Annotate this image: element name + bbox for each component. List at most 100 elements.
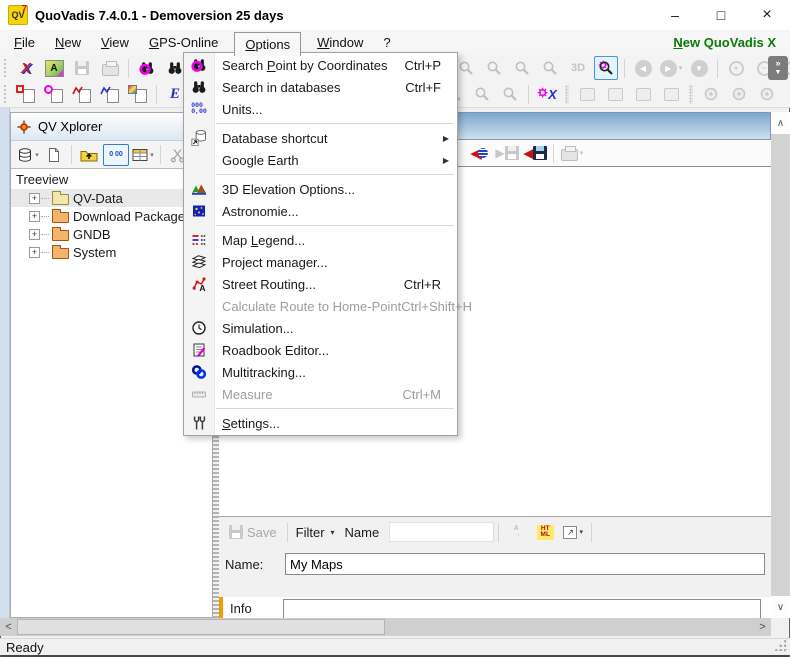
menu-item-measure[interactable]: Measure Ctrl+M — [184, 383, 457, 405]
expand-icon[interactable]: + — [29, 228, 40, 240]
table-view-button[interactable]: ▾ — [131, 143, 155, 167]
menu-view[interactable]: View — [91, 32, 139, 54]
menu-item-street-routing[interactable]: Street Routing... Ctrl+R — [184, 273, 457, 295]
menu-window[interactable]: Window — [307, 32, 373, 54]
database-select-button[interactable]: ▾ — [16, 143, 40, 167]
search-cd-button[interactable] — [727, 82, 751, 106]
view-3d-button[interactable]: 3D — [566, 56, 590, 80]
maximize-button[interactable]: □ — [698, 0, 744, 30]
menu-item-search-point[interactable]: Search Point by Coordinates Ctrl+P — [184, 54, 457, 76]
menu-item-settings[interactable]: Settings... — [184, 412, 457, 434]
menu-item-project-manager[interactable]: Project manager... — [184, 251, 457, 273]
filter-input[interactable] — [389, 522, 495, 542]
vertical-scroll-track[interactable] — [771, 134, 790, 596]
new-point-button[interactable] — [42, 82, 66, 106]
menu-gps-online[interactable]: GPS-Online — [139, 32, 228, 54]
expand-icon[interactable]: + — [29, 210, 40, 222]
zoom-area-button[interactable] — [510, 56, 534, 80]
move-object-button[interactable] — [603, 82, 627, 106]
exit-button[interactable]: X — [14, 56, 38, 80]
menu-help[interactable]: ? — [373, 32, 400, 54]
toolbar-grip[interactable] — [3, 58, 8, 78]
sort-button-disabled[interactable]: A → — [505, 520, 529, 544]
menu-item-calculate-route-home[interactable]: Calculate Route to Home-Point Ctrl+Shift… — [184, 295, 472, 317]
menu-item-multitracking[interactable]: Multitracking... — [184, 361, 457, 383]
burn-cd-button[interactable] — [699, 82, 723, 106]
view-layout-button-active[interactable]: 0 00 — [103, 143, 129, 166]
menu-item-roadbook-editor[interactable]: Roadbook Editor... — [184, 339, 457, 361]
new-route-button[interactable] — [70, 82, 94, 106]
menu-item-database-shortcut[interactable]: Database shortcut ▶ — [184, 127, 457, 149]
nav-down-button[interactable]: ▼ — [687, 56, 711, 80]
html-view-button[interactable]: HT ML — [533, 520, 557, 544]
toolbar-overflow-button[interactable]: » ▼ — [768, 56, 788, 80]
zoom-last-button[interactable] — [498, 82, 522, 106]
import-to-db-button[interactable]: ◀ — [467, 141, 491, 165]
search-point-button[interactable] — [135, 56, 159, 80]
expand-icon[interactable]: + — [29, 246, 40, 258]
open-in-window-button[interactable]: ↗ ▾ — [561, 520, 585, 544]
remove-marker-button[interactable]: X — [535, 82, 559, 106]
zoom-in-button[interactable] — [482, 56, 506, 80]
menu-options[interactable]: Options — [234, 31, 302, 56]
exit-icon: X — [20, 59, 31, 77]
qv-xplorer-header[interactable]: QV Xplorer — [11, 113, 212, 141]
table-view-dropdown-icon[interactable]: ▾ — [150, 151, 154, 159]
filter-dropdown-icon[interactable]: ▾ — [331, 528, 335, 537]
export-save-button-disabled[interactable]: ▶ — [495, 141, 519, 165]
new-track-button[interactable] — [98, 82, 122, 106]
new-drawing-button[interactable] — [126, 82, 150, 106]
resize-grip[interactable] — [774, 639, 786, 651]
tree-item-system[interactable]: + System — [11, 243, 212, 261]
scale-plus-button[interactable]: + — [724, 56, 748, 80]
print-dropdown-icon[interactable]: ▾ — [580, 149, 584, 157]
open-window-dropdown-icon[interactable]: ▾ — [579, 528, 583, 536]
eject-cd-button[interactable] — [755, 82, 779, 106]
print-button-disabled[interactable] — [98, 56, 122, 80]
scroll-down-button[interactable]: ∨ — [771, 596, 790, 618]
zoom-point-button-active[interactable] — [594, 56, 618, 80]
zoom-next-button[interactable] — [470, 82, 494, 106]
save-button-disabled[interactable] — [70, 56, 94, 80]
scroll-right-button[interactable]: > — [754, 618, 771, 636]
nav-forward-button[interactable]: ▶ ▾ — [659, 56, 683, 80]
zoom-window-button[interactable] — [538, 56, 562, 80]
tree-item-gndb[interactable]: + GNDB — [11, 225, 212, 243]
open-map-button[interactable]: A — [42, 56, 66, 80]
menu-item-units[interactable]: 000 0,00 Units... — [184, 98, 457, 120]
tree-item-download-packages[interactable]: + Download Packages — [11, 207, 212, 225]
menu-item-google-earth[interactable]: Google Earth ▶ — [184, 149, 457, 171]
scroll-left-button[interactable]: < — [0, 618, 17, 636]
database-dropdown-icon[interactable]: ▾ — [35, 151, 39, 159]
menu-file[interactable]: File — [4, 32, 45, 54]
folder-up-button[interactable] — [77, 143, 101, 167]
nav-back-button[interactable]: ◀ — [631, 56, 655, 80]
horizontal-scroll-thumb[interactable] — [17, 619, 385, 635]
scroll-up-button[interactable]: ∧ — [771, 112, 790, 134]
vertical-scrollbar[interactable]: ∧ ∨ — [771, 112, 790, 618]
layer-copy-button[interactable] — [575, 82, 599, 106]
close-button[interactable]: × — [744, 0, 790, 30]
expand-icon[interactable]: + — [29, 192, 40, 204]
nav-forward-dropdown-icon[interactable]: ▾ — [679, 64, 683, 72]
import-save-button[interactable]: ◀ — [523, 141, 547, 165]
name-field-input[interactable] — [285, 553, 765, 575]
menu-item-map-legend[interactable]: Map Legend... — [184, 229, 457, 251]
link-chain-button[interactable] — [659, 82, 683, 106]
link-object-button[interactable] — [631, 82, 655, 106]
menu-new[interactable]: New — [45, 32, 91, 54]
new-waypoint-button[interactable] — [14, 82, 38, 106]
toolbar-grip[interactable] — [3, 84, 8, 104]
menu-item-search-databases[interactable]: Search in databases Ctrl+F — [184, 76, 457, 98]
menu-item-astronomie[interactable]: Astronomie... — [184, 200, 457, 222]
save-detail-button-disabled[interactable]: Save — [229, 520, 281, 544]
menu-item-3d-elevation[interactable]: 3D Elevation Options... — [184, 178, 457, 200]
horizontal-scrollbar[interactable]: < > — [0, 618, 771, 636]
toolbar-separator — [156, 84, 157, 104]
menu-item-simulation[interactable]: Simulation... — [184, 317, 457, 339]
new-quovadis-x-link[interactable]: New QuoVadis X — [673, 35, 776, 50]
tree-item-qv-data[interactable]: + QV-Data — [11, 189, 212, 207]
print-map-button-disabled[interactable]: ▾ — [560, 141, 584, 165]
minimize-button[interactable]: – — [652, 0, 698, 30]
new-item-button[interactable] — [42, 143, 66, 167]
